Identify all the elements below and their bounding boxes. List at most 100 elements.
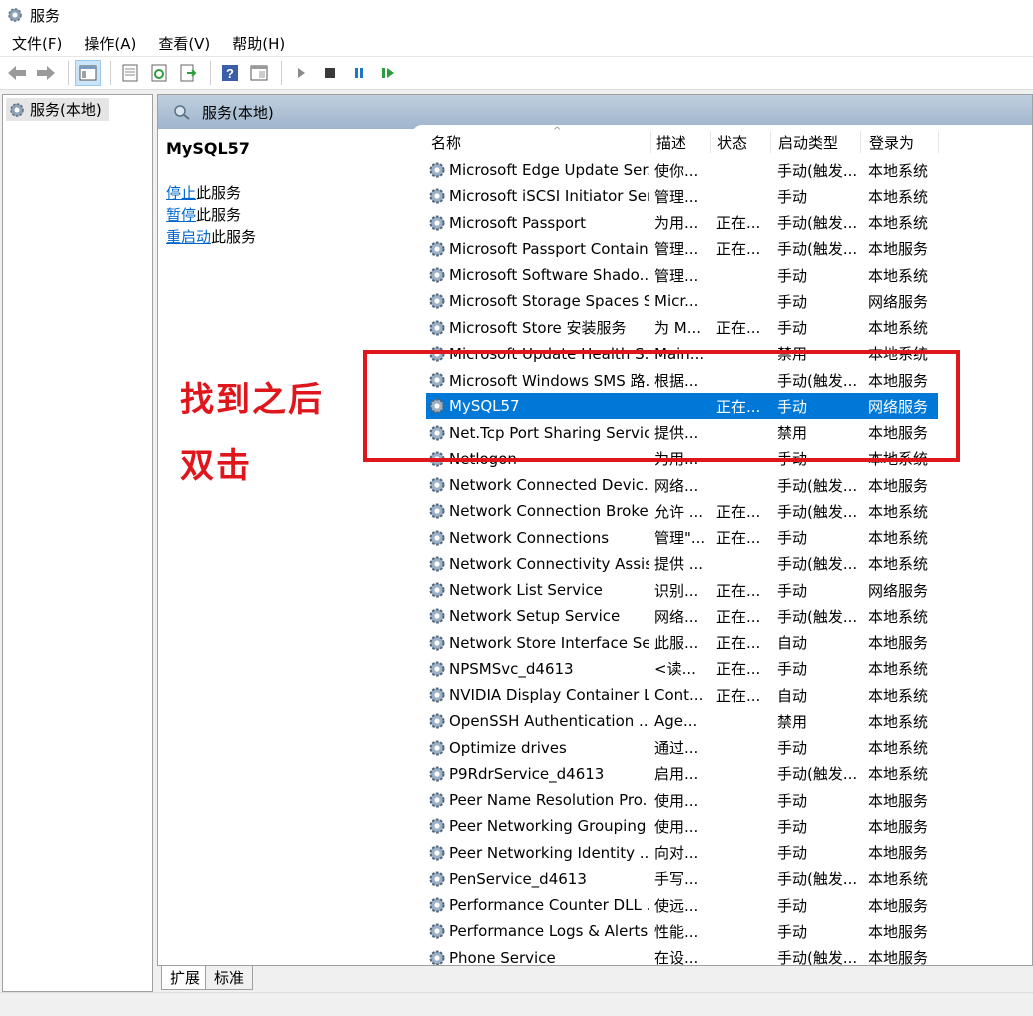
service-startup-type-cell: 手动 — [777, 844, 808, 862]
service-name-cell: Network Connections — [449, 528, 610, 547]
stop-service-action: 停止此服务 — [166, 184, 242, 202]
table-row[interactable]: Network List Service 识别... 正在... 手动 网络服务 — [426, 577, 938, 603]
service-description-cell: 识别... — [654, 581, 699, 600]
table-row[interactable]: P9RdrService_d4613 启用... 手动(触发... 本地系统 — [426, 761, 938, 787]
column-header-description[interactable]: 描述 — [656, 128, 714, 156]
service-gear-icon — [426, 315, 448, 341]
table-row[interactable]: Performance Counter DLL ... 使远... 手动 本地服务 — [426, 892, 938, 918]
column-header-status[interactable]: 状态 — [717, 128, 775, 156]
table-row[interactable]: Microsoft Passport 为用... 正在... 手动(触发... 本地系统 — [426, 210, 938, 236]
service-logon-cell: 本地服务 — [868, 476, 929, 495]
export-list-icon[interactable] — [175, 60, 201, 86]
service-description-cell: 性能... — [654, 922, 699, 941]
service-startup-type-cell: 手动(触发... — [777, 555, 858, 574]
column-divider[interactable] — [860, 131, 861, 153]
service-logon-cell: 本地系统 — [868, 686, 929, 705]
menu-file[interactable]: 文件(F) — [0, 33, 72, 54]
table-row[interactable]: Network Connections 管理"... 正在... 手动 本地系统 — [426, 525, 938, 551]
services-gear-icon — [10, 102, 24, 117]
table-row[interactable]: Microsoft Software Shado... 管理... 手动 本地系统 — [426, 262, 938, 288]
service-startup-type-cell: 手动 — [777, 660, 808, 679]
table-row[interactable]: Network Store Interface Se... 此服... 正在... 自… — [426, 630, 938, 656]
help-icon[interactable]: ? — [217, 60, 243, 86]
status-bar — [0, 992, 1033, 1016]
service-name-cell: Microsoft Software Shado... — [449, 266, 649, 284]
service-logon-cell: 本地服务 — [868, 240, 929, 259]
table-row[interactable]: Peer Networking Grouping 使用... 手动 本地服务 — [426, 813, 938, 839]
service-logon-cell: 本地系统 — [868, 319, 929, 337]
table-row[interactable]: Microsoft Passport Container 管理... 正在... 手动… — [426, 236, 938, 262]
tree-node-services-local[interactable]: 服务(本地) — [6, 98, 109, 121]
service-description-cell: 手写... — [654, 870, 699, 889]
table-row[interactable]: Network Setup Service 网络... 正在... 手动(触发... 本… — [426, 603, 938, 629]
service-gear-icon — [426, 551, 448, 577]
restart-service-link[interactable]: 重启动 — [166, 228, 211, 246]
column-divider[interactable] — [710, 131, 711, 153]
service-gear-icon — [426, 630, 448, 656]
table-row[interactable]: PenService_d4613 手写... 手动(触发... 本地系统 — [426, 866, 938, 892]
service-status-cell — [716, 735, 774, 761]
table-row[interactable]: Peer Networking Identity ... 向对... 手动 本地服务 — [426, 840, 938, 866]
table-row[interactable]: Network Connection Broker 允许 ... 正在... 手动(触… — [426, 498, 938, 524]
forward-arrow-icon[interactable] — [33, 60, 59, 86]
properties-icon[interactable] — [117, 60, 143, 86]
service-logon-cell: 本地系统 — [868, 161, 929, 180]
service-description-cell: 网络... — [654, 476, 699, 495]
column-divider[interactable] — [938, 131, 939, 153]
service-logon-cell: 本地系统 — [868, 607, 929, 626]
service-gear-icon — [426, 210, 448, 236]
pause-service-link[interactable]: 暂停 — [166, 206, 196, 224]
service-status-cell — [716, 157, 774, 183]
column-header-logon-as[interactable]: 登录为 — [869, 128, 939, 156]
service-status-cell — [716, 472, 774, 498]
menu-action[interactable]: 操作(A) — [72, 33, 146, 54]
service-gear-icon — [426, 761, 448, 787]
service-gear-icon — [426, 892, 448, 918]
show-hide-console-tree-icon[interactable] — [75, 60, 101, 86]
column-header-name[interactable]: 名称 ^ — [431, 126, 631, 156]
table-row[interactable]: Microsoft iSCSI Initiator Ser... 管理... 手动 本… — [426, 183, 938, 209]
menu-view[interactable]: 查看(V) — [146, 33, 220, 54]
service-description-cell: 使用... — [654, 791, 699, 810]
service-description-cell: 在设... — [654, 949, 699, 966]
table-row[interactable]: Microsoft Edge Update Ser... 使你... 手动(触发..… — [426, 157, 938, 183]
service-name-cell: Microsoft Passport Container — [449, 239, 649, 258]
service-detail-panel: MySQL57 停止此服务 暂停此服务 重启动此服务 — [166, 137, 416, 248]
service-startup-type-cell: 自动 — [777, 686, 808, 705]
column-header-startup-type[interactable]: 启动类型 — [778, 128, 866, 156]
stop-service-link[interactable]: 停止 — [166, 184, 196, 202]
service-name-cell: Phone Service — [449, 948, 556, 966]
tab-standard[interactable]: 标准 — [205, 966, 254, 990]
column-divider[interactable] — [770, 131, 771, 153]
table-row[interactable]: OpenSSH Authentication ... Age... 禁用 本地系统 — [426, 708, 938, 734]
menu-help[interactable]: 帮助(H) — [220, 33, 295, 54]
table-row[interactable]: Microsoft Storage Spaces S... Micr... 手动 网络… — [426, 288, 938, 314]
table-row[interactable]: Peer Name Resolution Pro... 使用... 手动 本地服务 — [426, 787, 938, 813]
view-tabs: 扩展 标准 — [157, 966, 1033, 992]
table-row[interactable]: Network Connected Devic... 网络... 手动(触发... 本… — [426, 472, 938, 498]
service-logon-cell: 本地服务 — [868, 817, 929, 836]
table-row[interactable]: Network Connectivity Assis... 提供 ... 手动(触发… — [426, 551, 938, 577]
back-arrow-icon[interactable] — [4, 60, 30, 86]
tab-extended[interactable]: 扩展 — [161, 966, 210, 990]
table-row[interactable]: Optimize drives 通过... 手动 本地系统 — [426, 735, 938, 761]
pause-service-icon[interactable] — [346, 60, 372, 86]
table-row[interactable]: Performance Logs & Alerts 性能... 手动 本地服务 — [426, 918, 938, 944]
column-divider[interactable] — [650, 131, 651, 153]
resume-service-icon[interactable] — [375, 60, 401, 86]
service-startup-type-cell: 手动 — [777, 187, 808, 206]
service-name-cell: Network Store Interface Se... — [449, 633, 649, 652]
service-gear-icon — [426, 813, 448, 839]
menu-bar: 文件(F) 操作(A) 查看(V) 帮助(H) — [0, 30, 1033, 56]
refresh-icon[interactable] — [146, 60, 172, 86]
console-view-icon[interactable] — [246, 60, 272, 86]
service-logon-cell: 本地系统 — [868, 502, 929, 521]
stop-service-icon[interactable] — [317, 60, 343, 86]
service-startup-type-cell: 手动(触发... — [777, 765, 858, 784]
service-name-cell: Microsoft Passport — [449, 213, 586, 232]
table-row[interactable]: Phone Service 在设... 手动(触发... 本地服务 — [426, 945, 938, 966]
start-service-icon[interactable] — [288, 60, 314, 86]
table-row[interactable]: NPSMSvc_d4613 <读... 正在... 手动 本地系统 — [426, 656, 938, 682]
table-row[interactable]: Microsoft Store 安装服务 为 M... 正在... 手动 本地系统 — [426, 315, 938, 341]
table-row[interactable]: NVIDIA Display Container LS Cont... 正在... 自… — [426, 682, 938, 708]
